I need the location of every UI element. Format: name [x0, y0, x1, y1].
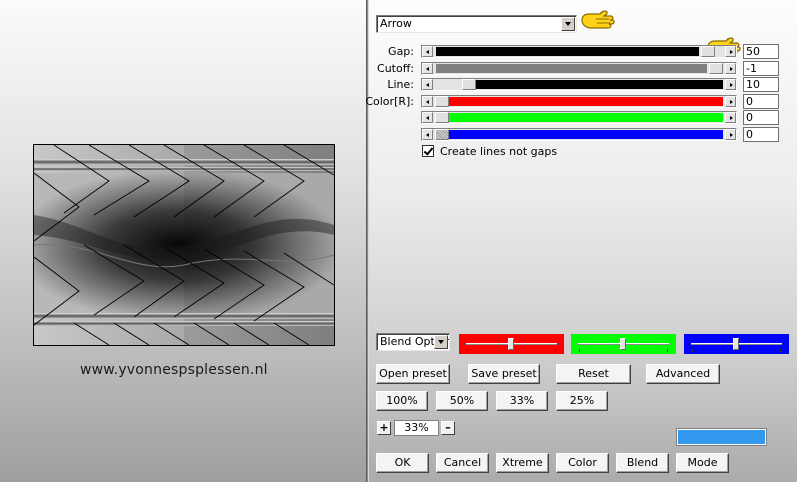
slider-tick [467, 349, 468, 352]
zoom-50-button[interactable]: 50% [436, 391, 488, 411]
cutoff-slider[interactable] [421, 62, 737, 75]
arrow-right-icon[interactable] [725, 96, 736, 107]
arrow-right-icon[interactable] [725, 129, 736, 140]
color-b-slider-thumb[interactable] [435, 129, 449, 140]
ok-button[interactable]: OK [376, 453, 429, 473]
color-g-slider[interactable] [421, 111, 737, 124]
arrow-left-icon[interactable] [422, 46, 433, 57]
color-b-value-field[interactable]: 0 [743, 127, 779, 142]
blend-options-dropdown[interactable]: Blend Options [376, 333, 450, 351]
arrow-left-icon[interactable] [422, 79, 433, 90]
color-g-slider-thumb[interactable] [435, 112, 449, 123]
reset-button[interactable]: Reset [556, 364, 631, 384]
color-r-slider-thumb[interactable] [435, 96, 449, 107]
pointing-hand-icon [581, 10, 615, 29]
slider-thumb[interactable] [620, 338, 626, 350]
gap-slider[interactable] [421, 45, 737, 58]
arrow-left-icon[interactable] [422, 96, 433, 107]
arrow-left-icon[interactable] [422, 63, 433, 74]
slider-tick [579, 349, 580, 352]
open-preset-button[interactable]: Open preset [376, 364, 450, 384]
color-r-label: Color[R]: [365, 95, 414, 108]
slider-thumb[interactable] [508, 338, 514, 350]
arrow-left-icon[interactable] [422, 129, 433, 140]
chevron-down-icon[interactable] [561, 17, 575, 31]
gap-slider-thumb[interactable] [701, 46, 715, 57]
pattern-dropdown[interactable]: Arrow [376, 15, 577, 33]
arrow-right-icon[interactable] [725, 112, 736, 123]
color-b-slider-fill [449, 130, 723, 139]
zoom-100-button[interactable]: 100% [376, 391, 428, 411]
zoom-value-field[interactable]: 33% [394, 420, 439, 436]
mode-button[interactable]: Mode [676, 453, 729, 473]
line-slider-thumb[interactable] [462, 79, 476, 90]
red-channel-slider[interactable] [459, 334, 564, 354]
slider-tick [780, 349, 781, 352]
color-r-slider-fill [449, 97, 723, 106]
preview-image [33, 144, 335, 346]
color-g-slider-fill [449, 113, 723, 122]
green-channel-slider[interactable] [571, 334, 676, 354]
line-value-field[interactable]: 10 [743, 77, 779, 92]
pattern-dropdown-value: Arrow [380, 17, 412, 30]
slider-tick [667, 349, 668, 352]
cancel-button[interactable]: Cancel [436, 453, 489, 473]
color-g-value-field[interactable]: 0 [743, 110, 779, 125]
cutoff-label: Cutoff: [377, 62, 414, 75]
blend-button[interactable]: Blend [616, 453, 669, 473]
zoom-out-button[interactable]: – [441, 421, 455, 435]
chevron-down-icon[interactable] [434, 335, 448, 349]
arrow-right-icon[interactable] [725, 63, 736, 74]
xtreme-button[interactable]: Xtreme [496, 453, 549, 473]
slider-tick [692, 349, 693, 352]
gap-label: Gap: [388, 45, 414, 58]
cutoff-slider-thumb[interactable] [709, 63, 723, 74]
gap-slider-fill [436, 47, 699, 56]
cutoff-value-field[interactable]: -1 [743, 61, 779, 76]
arrow-right-icon[interactable] [725, 46, 736, 57]
line-slider[interactable] [421, 78, 737, 91]
create-lines-checkbox[interactable] [422, 145, 434, 157]
advanced-button[interactable]: Advanced [646, 364, 720, 384]
color-button[interactable]: Color [556, 453, 609, 473]
zoom-33-button[interactable]: 33% [496, 391, 548, 411]
blue-channel-slider[interactable] [684, 334, 789, 354]
line-label: Line: [387, 78, 414, 91]
watermark-text: www.yvonnespsplessen.nl [80, 362, 268, 378]
preview-color-swatch[interactable] [677, 429, 766, 445]
gap-value-field[interactable]: 50 [743, 44, 779, 59]
preview-panel: www.yvonnespsplessen.nl [0, 0, 366, 482]
color-r-value-field[interactable]: 0 [743, 94, 779, 109]
preview-pattern-graphic [34, 145, 334, 345]
color-b-slider[interactable] [421, 128, 737, 141]
zoom-25-button[interactable]: 25% [556, 391, 608, 411]
save-preset-button[interactable]: Save preset [468, 364, 540, 384]
slider-thumb[interactable] [733, 338, 739, 350]
line-slider-fill [476, 80, 723, 89]
zoom-in-button[interactable]: + [377, 421, 391, 435]
arrow-left-icon[interactable] [422, 112, 433, 123]
color-r-slider[interactable] [421, 95, 737, 108]
cutoff-slider-fill [436, 64, 707, 73]
create-lines-label: Create lines not gaps [440, 145, 558, 158]
slider-tick [555, 349, 556, 352]
arrow-right-icon[interactable] [725, 79, 736, 90]
